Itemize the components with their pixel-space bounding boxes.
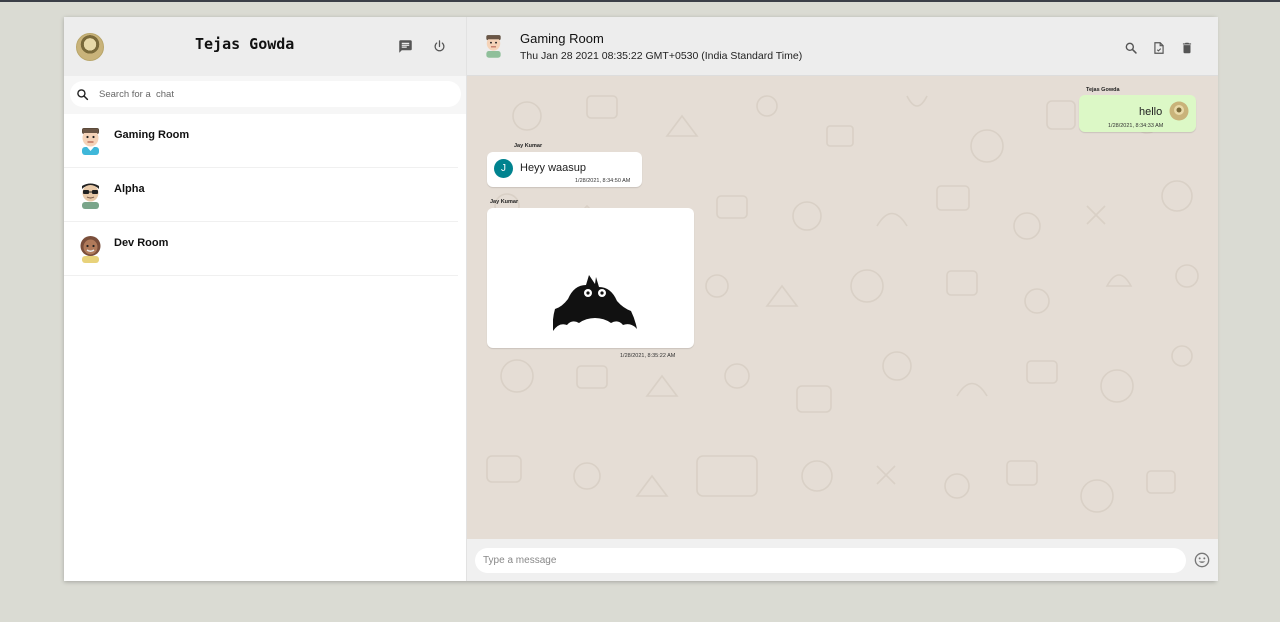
attach-file-icon[interactable] [1150,39,1168,57]
message-time: 1/28/2021, 8:35:22 AM [620,353,676,359]
sender-avatar [1169,101,1189,121]
message-sender: Jay Kumar [514,143,543,149]
chat-last-seen: Thu Jan 28 2021 08:35:22 GMT+0530 (India… [520,49,803,62]
chat-avatar-icon[interactable] [483,33,504,59]
chat-list-item[interactable]: Gaming Room [64,114,458,168]
sender-avatar: J [494,159,513,178]
message-time: 1/28/2021, 8:34:33 AM [1108,123,1164,129]
chat-app: Tejas Gowda Search for a chat Gaming Roo… [64,17,1218,581]
chat-name: Gaming Room [114,129,190,141]
chat-list: Gaming Room Alpha Dev Room [64,114,466,581]
bat-image [553,275,637,331]
new-chat-icon[interactable] [396,37,414,55]
message-sender: Jay Kumar [490,199,519,205]
search-input[interactable] [99,88,419,100]
message-bubble-sent: hello 1/28/2021, 8:34:33 AM [1079,95,1196,132]
chat-list-item[interactable]: Alpha [64,168,458,222]
emoji-icon[interactable] [1194,552,1210,568]
message-image-bubble[interactable] [487,208,694,348]
message-sender: Tejas Gowda [1086,87,1120,93]
message-composer [467,539,1218,581]
chat-header: Gaming Room Thu Jan 28 2021 08:35:22 GMT… [467,17,1218,76]
chat-list-item[interactable]: Dev Room [64,222,458,276]
message-text: hello [1139,106,1163,118]
user-name: Tejas Gowda [195,35,295,53]
chat-body: Tejas Gowda hello 1/28/2021, 8:34:33 AM … [467,76,1218,539]
message-input[interactable] [475,547,1186,573]
avatar-icon [82,128,99,155]
chat-name: Dev Room [114,237,169,249]
sidebar: Tejas Gowda Search for a chat Gaming Roo… [64,17,467,581]
delete-icon[interactable] [1178,39,1196,57]
search-container [64,76,466,114]
avatar-icon [82,183,99,209]
message-time: 1/28/2021, 8:34:50 AM [575,178,631,184]
chat-panel: Gaming Room Thu Jan 28 2021 08:35:22 GMT… [467,17,1218,581]
avatar-icon [80,236,101,263]
logout-icon[interactable] [430,37,448,55]
user-avatar[interactable] [76,32,104,61]
chat-title: Gaming Room [520,30,604,46]
message-text: Heyy waasup [520,162,587,174]
search-icon [77,88,89,100]
sidebar-header: Tejas Gowda [64,17,466,76]
search-box [70,81,461,107]
message-bubble-received: J Heyy waasup 1/28/2021, 8:34:50 AM [487,152,642,187]
chat-name: Alpha [114,183,145,195]
top-bar [0,0,1280,2]
search-icon[interactable] [1122,39,1140,57]
